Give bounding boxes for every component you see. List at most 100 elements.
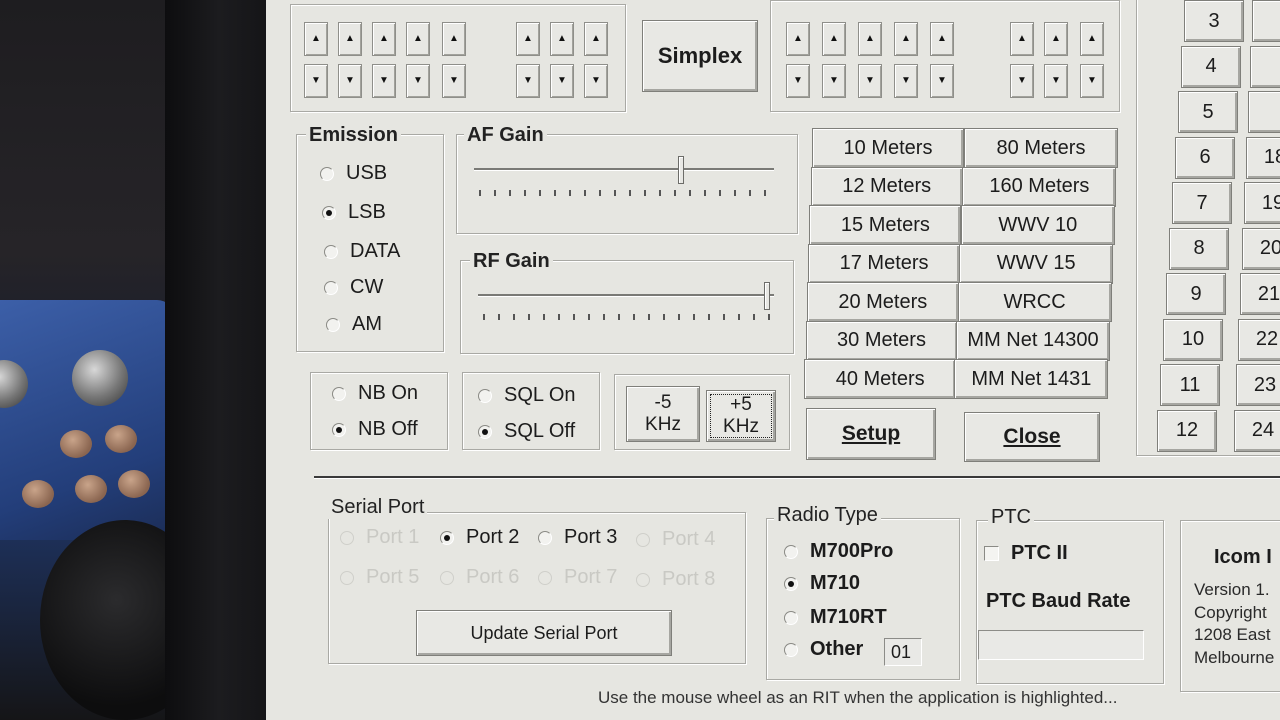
minus-5khz-button[interactable]: -5 KHz <box>626 386 700 442</box>
serial-port-option-0-radio[interactable] <box>340 530 354 545</box>
serial-port-option-7-radio[interactable] <box>636 572 650 587</box>
serial-port-option-2-radio[interactable] <box>538 530 552 545</box>
emission-option-2[interactable]: DATA <box>324 240 400 263</box>
channel-button-4[interactable]: 4 <box>1181 45 1241 88</box>
serial-port-option-0[interactable]: Port 1 <box>340 526 419 549</box>
spinner-left-up-1[interactable]: ▲ <box>338 22 362 56</box>
channel-button-col2-5[interactable]: 20 <box>1242 227 1280 270</box>
band-button-left-6[interactable]: 40 Meters <box>804 359 957 399</box>
other-radio-field[interactable]: 01 <box>884 638 922 666</box>
spinner-left-down-5[interactable]: ▼ <box>516 64 540 98</box>
spinner-right-down-1[interactable]: ▼ <box>822 64 846 98</box>
serial-port-option-4-radio[interactable] <box>340 570 354 585</box>
band-button-right-5[interactable]: MM Net 14300 <box>956 320 1110 361</box>
emission-option-3-radio[interactable] <box>324 280 338 295</box>
emission-option-3[interactable]: CW <box>324 276 383 299</box>
serial-port-option-5[interactable]: Port 6 <box>440 566 519 589</box>
band-button-left-5[interactable]: 30 Meters <box>805 320 958 361</box>
radio-type-option-1-radio[interactable] <box>784 576 798 591</box>
squelch-option-1[interactable]: SQL Off <box>478 420 575 443</box>
radio-type-option-0[interactable]: M700Pro <box>784 540 893 563</box>
channel-button-col2-8[interactable]: 23 <box>1236 364 1280 406</box>
band-button-left-2[interactable]: 15 Meters <box>809 205 962 245</box>
channel-button-col2-6[interactable]: 21 <box>1240 273 1280 315</box>
update-serial-port-button[interactable]: Update Serial Port <box>416 610 672 656</box>
spinner-right-down-2[interactable]: ▼ <box>858 64 882 98</box>
channel-button-8[interactable]: 8 <box>1169 227 1229 270</box>
serial-port-option-4[interactable]: Port 5 <box>340 566 419 589</box>
spinner-right-up-4[interactable]: ▲ <box>930 22 954 56</box>
rf-gain-slider-thumb[interactable] <box>764 282 771 310</box>
serial-port-option-1-radio[interactable] <box>440 530 454 545</box>
serial-port-option-5-radio[interactable] <box>440 570 454 585</box>
channel-button-5[interactable]: 5 <box>1178 91 1238 133</box>
channel-button-9[interactable]: 9 <box>1166 273 1226 315</box>
spinner-left-up-2[interactable]: ▲ <box>372 22 396 56</box>
radio-type-option-3[interactable]: Other <box>784 638 863 661</box>
squelch-option-0-radio[interactable] <box>478 388 492 403</box>
squelch-option-0[interactable]: SQL On <box>478 384 576 407</box>
channel-button-10[interactable]: 10 <box>1163 318 1223 361</box>
serial-port-option-3-radio[interactable] <box>636 532 650 547</box>
emission-option-4[interactable]: AM <box>326 313 382 336</box>
band-button-right-4[interactable]: WRCC <box>957 282 1112 322</box>
ptc-ii-checkbox[interactable]: PTC II <box>984 542 1068 565</box>
spinner-left-up-6[interactable]: ▲ <box>550 22 574 56</box>
spinner-left-up-5[interactable]: ▲ <box>516 22 540 56</box>
channel-button-col2-0[interactable] <box>1252 0 1280 42</box>
channel-button-12[interactable]: 12 <box>1157 409 1217 452</box>
band-button-left-1[interactable]: 12 Meters <box>810 166 963 207</box>
noise-blanker-option-1-radio[interactable] <box>332 422 346 437</box>
spinner-right-down-7[interactable]: ▼ <box>1080 64 1104 98</box>
spinner-right-up-7[interactable]: ▲ <box>1080 22 1104 56</box>
band-button-right-1[interactable]: 160 Meters <box>962 166 1117 207</box>
spinner-left-down-6[interactable]: ▼ <box>550 64 574 98</box>
serial-port-option-1[interactable]: Port 2 <box>440 526 519 549</box>
spinner-right-up-2[interactable]: ▲ <box>858 22 882 56</box>
band-button-left-3[interactable]: 17 Meters <box>808 243 961 284</box>
spinner-left-up-0[interactable]: ▲ <box>304 22 328 56</box>
spinner-right-up-5[interactable]: ▲ <box>1010 22 1034 56</box>
radio-type-option-2[interactable]: M710RT <box>784 606 887 629</box>
channel-button-6[interactable]: 6 <box>1175 136 1235 179</box>
spinner-left-down-3[interactable]: ▼ <box>406 64 430 98</box>
noise-blanker-option-1[interactable]: NB Off <box>332 418 418 441</box>
channel-button-col2-9[interactable]: 24 <box>1234 409 1280 452</box>
squelch-option-1-radio[interactable] <box>478 424 492 439</box>
spinner-left-down-1[interactable]: ▼ <box>338 64 362 98</box>
spinner-left-down-0[interactable]: ▼ <box>304 64 328 98</box>
spinner-right-down-0[interactable]: ▼ <box>786 64 810 98</box>
spinner-right-up-0[interactable]: ▲ <box>786 22 810 56</box>
band-button-left-4[interactable]: 20 Meters <box>806 282 959 322</box>
emission-option-0[interactable]: USB <box>320 162 387 185</box>
radio-type-option-0-radio[interactable] <box>784 544 798 559</box>
spinner-left-up-3[interactable]: ▲ <box>406 22 430 56</box>
spinner-right-down-3[interactable]: ▼ <box>894 64 918 98</box>
channel-button-col2-4[interactable]: 19 <box>1244 182 1280 224</box>
rf-gain-slider-track[interactable] <box>478 294 774 297</box>
band-button-left-0[interactable]: 10 Meters <box>812 128 964 168</box>
channel-button-7[interactable]: 7 <box>1172 182 1232 224</box>
serial-port-option-6-radio[interactable] <box>538 570 552 585</box>
channel-button-col2-7[interactable]: 22 <box>1238 318 1280 361</box>
emission-option-2-radio[interactable] <box>324 244 338 259</box>
setup-button[interactable]: Setup <box>806 408 936 460</box>
ptc-baud-rate-field[interactable] <box>978 630 1144 660</box>
channel-button-3[interactable]: 3 <box>1184 0 1244 42</box>
channel-button-col2-1[interactable] <box>1250 45 1280 88</box>
spinner-right-down-5[interactable]: ▼ <box>1010 64 1034 98</box>
spinner-right-up-1[interactable]: ▲ <box>822 22 846 56</box>
spinner-left-down-2[interactable]: ▼ <box>372 64 396 98</box>
emission-option-0-radio[interactable] <box>320 166 334 181</box>
af-gain-slider-track[interactable] <box>474 168 774 171</box>
spinner-left-down-7[interactable]: ▼ <box>584 64 608 98</box>
channel-button-11[interactable]: 11 <box>1160 364 1220 406</box>
band-button-right-0[interactable]: 80 Meters <box>964 128 1118 168</box>
noise-blanker-option-0-radio[interactable] <box>332 386 346 401</box>
spinner-right-up-6[interactable]: ▲ <box>1044 22 1068 56</box>
spinner-left-up-4[interactable]: ▲ <box>442 22 466 56</box>
emission-option-1-radio[interactable] <box>322 205 336 220</box>
radio-type-option-3-radio[interactable] <box>784 642 798 657</box>
simplex-button[interactable]: Simplex <box>642 20 758 92</box>
emission-option-1[interactable]: LSB <box>322 201 386 224</box>
